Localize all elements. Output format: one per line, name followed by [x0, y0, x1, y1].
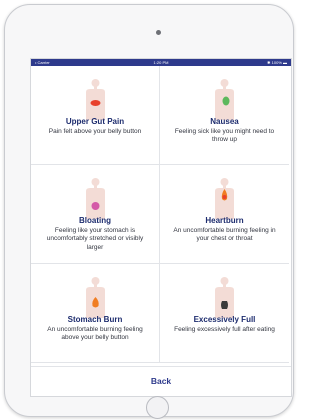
symptom-card-nausea[interactable]: Nausea Feeling sick like you might need … — [160, 66, 289, 165]
home-button[interactable] — [146, 396, 169, 419]
symptom-card-bloating[interactable]: Bloating Feeling like your stomach is un… — [31, 165, 160, 264]
front-camera — [156, 30, 161, 35]
body-excessively-full-icon — [215, 277, 234, 318]
symptom-card-stomach-burn[interactable]: Stomach Burn An uncomfortable burning fe… — [31, 264, 160, 363]
app-screen: • Carrier 1:20 PM ✱ 100% ▬ Upper Gut Pai… — [30, 58, 292, 397]
battery-percent: 100% — [271, 60, 282, 65]
symptom-title: Excessively Full — [193, 315, 256, 324]
status-time: 1:20 PM — [153, 60, 169, 65]
symptom-description: Feeling excessively full after eating — [174, 326, 275, 333]
footer-bar: Back — [31, 366, 291, 396]
symptom-title: Bloating — [79, 216, 111, 225]
symptom-title: Upper Gut Pain — [65, 117, 125, 126]
tablet-device: • Carrier 1:20 PM ✱ 100% ▬ Upper Gut Pai… — [4, 4, 294, 419]
symptom-title: Nausea — [210, 117, 239, 126]
body-bloating-icon — [86, 178, 105, 219]
symptom-description: Feeling like your stomach is uncomfortab… — [46, 227, 144, 251]
body-heartburn-icon — [215, 178, 234, 219]
symptom-card-upper-gut-pain[interactable]: Upper Gut Pain Pain felt above your bell… — [31, 66, 160, 165]
status-right: ✱ 100% ▬ — [267, 59, 287, 66]
body-upper-gut-pain-icon — [86, 79, 105, 120]
back-button[interactable]: Back — [131, 374, 191, 389]
battery-icon: ▬ — [283, 60, 287, 65]
symptom-title: Heartburn — [205, 216, 244, 225]
status-bar: • Carrier 1:20 PM ✱ 100% ▬ — [31, 59, 291, 66]
symptom-card-heartburn[interactable]: Heartburn An uncomfortable burning feeli… — [160, 165, 289, 264]
symptom-grid: Upper Gut Pain Pain felt above your bell… — [31, 66, 291, 366]
bluetooth-icon: ✱ — [267, 60, 271, 65]
body-stomach-burn-icon — [86, 277, 105, 318]
symptom-description: An uncomfortable burning feeling above y… — [47, 326, 143, 342]
symptom-title: Stomach Burn — [67, 315, 123, 324]
symptom-description: Feeling sick like you might need to thro… — [174, 128, 275, 144]
body-nausea-icon — [215, 79, 234, 120]
symptom-description: An uncomfortable burning feeling in your… — [173, 227, 276, 243]
symptom-description: Pain felt above your belly button — [48, 128, 142, 135]
symptom-card-excessively-full[interactable]: Excessively Full Feeling excessively ful… — [160, 264, 289, 363]
